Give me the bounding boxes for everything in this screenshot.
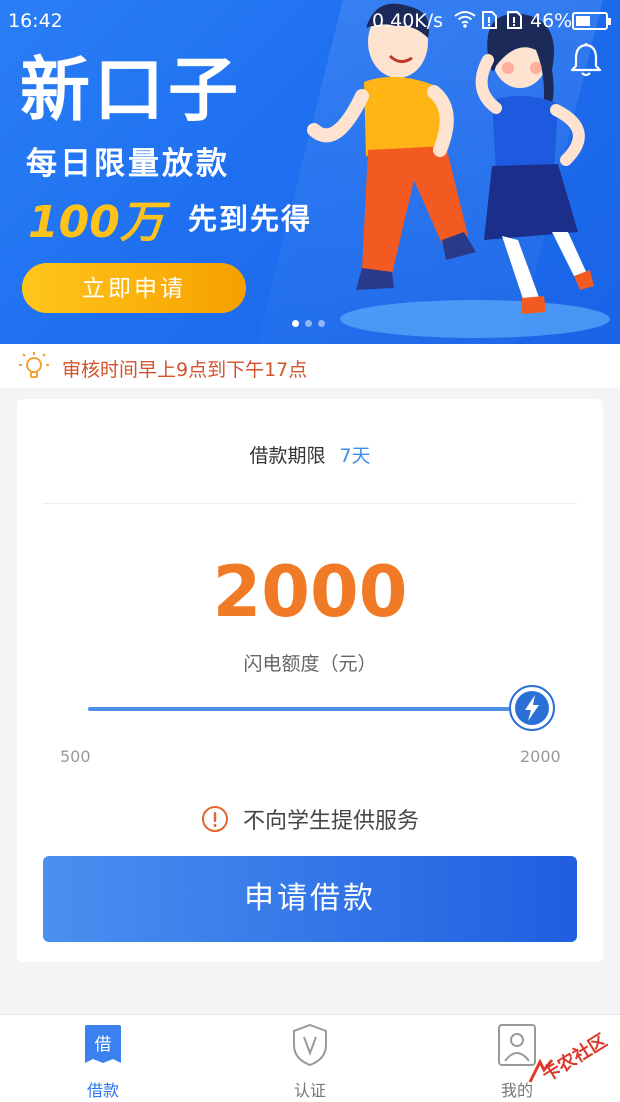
amount-slider-thumb[interactable]	[508, 684, 556, 732]
exclamation-icon	[201, 806, 228, 832]
community-watermark: 卡农社区	[520, 1010, 620, 1090]
slider-max-label: 2000	[520, 747, 561, 766]
nav-item-borrow[interactable]: 借 借款	[43, 1023, 163, 1101]
loan-term-value[interactable]: 7天	[339, 445, 370, 467]
carousel-dot[interactable]	[305, 320, 312, 327]
banner-title: 新口子	[20, 49, 242, 131]
nav-label: 借款	[86, 1081, 119, 1100]
banner-subtitle: 每日限量放款	[26, 146, 230, 182]
sim-signal-icon	[480, 10, 498, 35]
banner-amount: 100万	[28, 197, 164, 248]
review-time-notice: 审核时间早上9点到下午17点	[0, 344, 620, 388]
amount-slider-track[interactable]	[88, 707, 528, 711]
slider-min-label: 500	[60, 747, 91, 766]
nav-label: 认证	[293, 1081, 326, 1100]
loan-card: 借款期限 7天 2000 闪电额度（元） 500 2000 不向学生提供服务 申请…	[17, 399, 603, 962]
sim-signal-icon	[505, 10, 523, 35]
loan-term-row[interactable]: 借款期限 7天	[17, 441, 603, 468]
divider	[43, 503, 577, 504]
notice-text: 审核时间早上9点到下午17点	[62, 359, 308, 381]
carousel-dot[interactable]	[318, 320, 325, 327]
promo-banner[interactable]: 16:42 0.40K/s 46% 新口子 每日限量放款 100万 先到先得 立…	[0, 0, 620, 344]
watermark-text: 卡农社区	[538, 1030, 611, 1087]
network-speed: 0.40K/s	[372, 10, 444, 32]
carousel-dot[interactable]	[292, 320, 299, 327]
bell-icon[interactable]	[570, 42, 602, 78]
wifi-icon	[454, 10, 476, 33]
shield-v-icon	[293, 1023, 327, 1067]
svg-text:借: 借	[95, 1035, 112, 1055]
carousel-indicator[interactable]	[292, 320, 325, 327]
apply-loan-button[interactable]: 申请借款	[43, 856, 577, 942]
banner-first-come: 先到先得	[188, 202, 313, 236]
loan-term-label: 借款期限	[249, 445, 326, 467]
apply-now-button[interactable]: 立即申请	[22, 263, 246, 313]
nav-item-certify[interactable]: 认证	[250, 1023, 370, 1101]
borrow-icon: 借	[85, 1025, 121, 1063]
loan-amount: 2000	[212, 551, 408, 633]
battery-icon	[572, 12, 611, 30]
student-warning: 不向学生提供服务	[17, 803, 603, 835]
loan-amount-label: 闪电额度（元）	[243, 653, 377, 675]
student-warning-text: 不向学生提供服务	[242, 809, 419, 834]
status-time: 16:42	[8, 10, 63, 32]
battery-percent: 46%	[530, 10, 573, 32]
lightbulb-icon	[19, 352, 49, 378]
